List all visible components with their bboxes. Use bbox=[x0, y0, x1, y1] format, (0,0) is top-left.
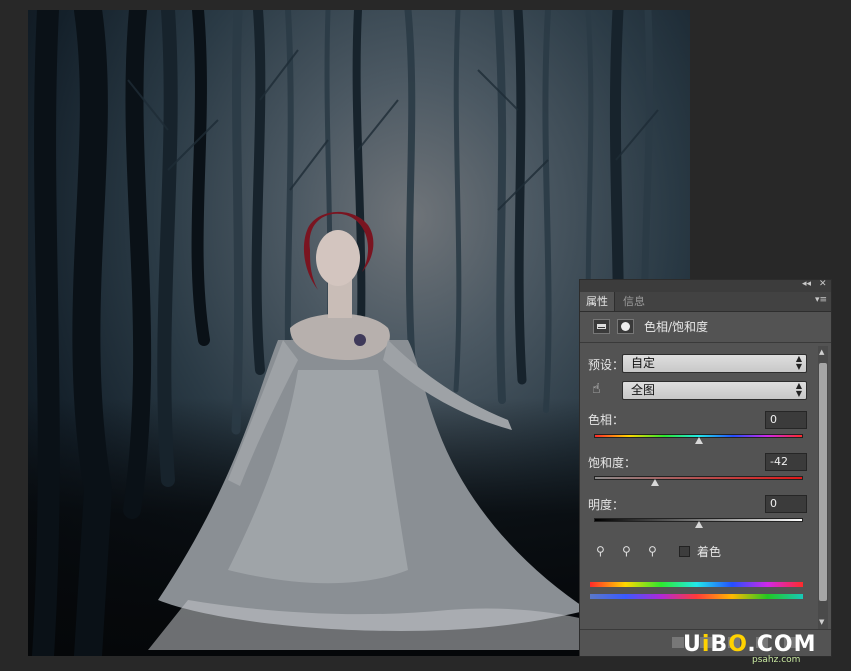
hue-value-field[interactable]: 0 bbox=[765, 411, 807, 429]
channel-dropdown[interactable]: 全图 ▲ ▼ bbox=[622, 381, 807, 400]
lightness-value-field[interactable]: 0 bbox=[765, 495, 807, 513]
hue-label: 色相： bbox=[588, 413, 625, 427]
watermark-letter: O bbox=[728, 632, 748, 657]
hue-slider-thumb[interactable] bbox=[694, 437, 703, 444]
adjustment-title: 色相/饱和度 bbox=[644, 320, 709, 334]
colorize-label: 着色 bbox=[697, 545, 722, 559]
eyedropper-plus-icon[interactable]: ⚲ bbox=[622, 545, 634, 557]
scroll-up-icon[interactable]: ▲ bbox=[819, 348, 824, 356]
colorize-checkbox[interactable] bbox=[679, 546, 690, 557]
panel-tabs: 属性 信息 ▾≡ bbox=[580, 292, 831, 312]
saturation-value-field[interactable]: -42 bbox=[765, 453, 807, 471]
eyedropper-icon[interactable]: ⚲ bbox=[596, 545, 608, 557]
dropdown-arrows-icon: ▲ ▼ bbox=[795, 381, 802, 398]
collapse-panel-icon[interactable]: ◂◂ bbox=[802, 279, 811, 289]
scrollbar-thumb[interactable] bbox=[819, 363, 827, 601]
watermark-site: psahz.com bbox=[752, 655, 801, 665]
watermark-letter: B bbox=[710, 632, 729, 657]
preset-label: 预设： bbox=[588, 358, 625, 372]
preset-dropdown[interactable]: 自定 ▲ ▼ bbox=[622, 354, 807, 373]
adjustment-layer-icon[interactable] bbox=[593, 319, 610, 334]
watermark-letter: COM bbox=[756, 632, 817, 657]
dropdown-arrows-icon: ▲ ▼ bbox=[795, 354, 802, 371]
saturation-label: 饱和度： bbox=[588, 456, 637, 470]
preset-value: 自定 bbox=[631, 356, 656, 370]
scroll-down-icon[interactable]: ▼ bbox=[819, 618, 824, 626]
tab-info[interactable]: 信息 bbox=[617, 292, 651, 311]
lightness-label: 明度： bbox=[588, 498, 625, 512]
saturation-slider-track[interactable] bbox=[594, 476, 803, 480]
saturation-slider-thumb[interactable] bbox=[650, 479, 659, 486]
panel-scrollbar[interactable]: ▲ ▼ bbox=[818, 346, 828, 630]
close-panel-icon[interactable]: ✕ bbox=[819, 279, 827, 289]
source-color-bar bbox=[590, 582, 803, 587]
result-color-bar bbox=[590, 594, 803, 599]
watermark-letter: U bbox=[683, 632, 702, 657]
site-watermark: UiBO.COM bbox=[683, 632, 817, 657]
panel-menu-icon[interactable]: ▾≡ bbox=[815, 295, 827, 305]
workspace: ◂◂ ✕ 属性 信息 ▾≡ 色相/饱和度 预设： 自定 ▲▼ ☝ 全图 ▲▼ bbox=[0, 0, 851, 671]
lightness-slider-thumb[interactable] bbox=[694, 521, 703, 528]
channel-value: 全图 bbox=[631, 383, 656, 397]
watermark-letter: . bbox=[747, 632, 757, 657]
layer-mask-icon[interactable] bbox=[617, 319, 634, 334]
panel-title-bar: ◂◂ ✕ bbox=[580, 279, 831, 292]
targeted-adjustment-hand-icon[interactable]: ☝ bbox=[592, 382, 604, 396]
adjustment-header: 色相/饱和度 bbox=[580, 312, 831, 343]
properties-panel: ◂◂ ✕ 属性 信息 ▾≡ 色相/饱和度 预设： 自定 ▲▼ ☝ 全图 ▲▼ bbox=[579, 279, 832, 657]
eyedropper-minus-icon[interactable]: ⚲ bbox=[648, 545, 660, 557]
tab-properties[interactable]: 属性 bbox=[580, 292, 615, 311]
